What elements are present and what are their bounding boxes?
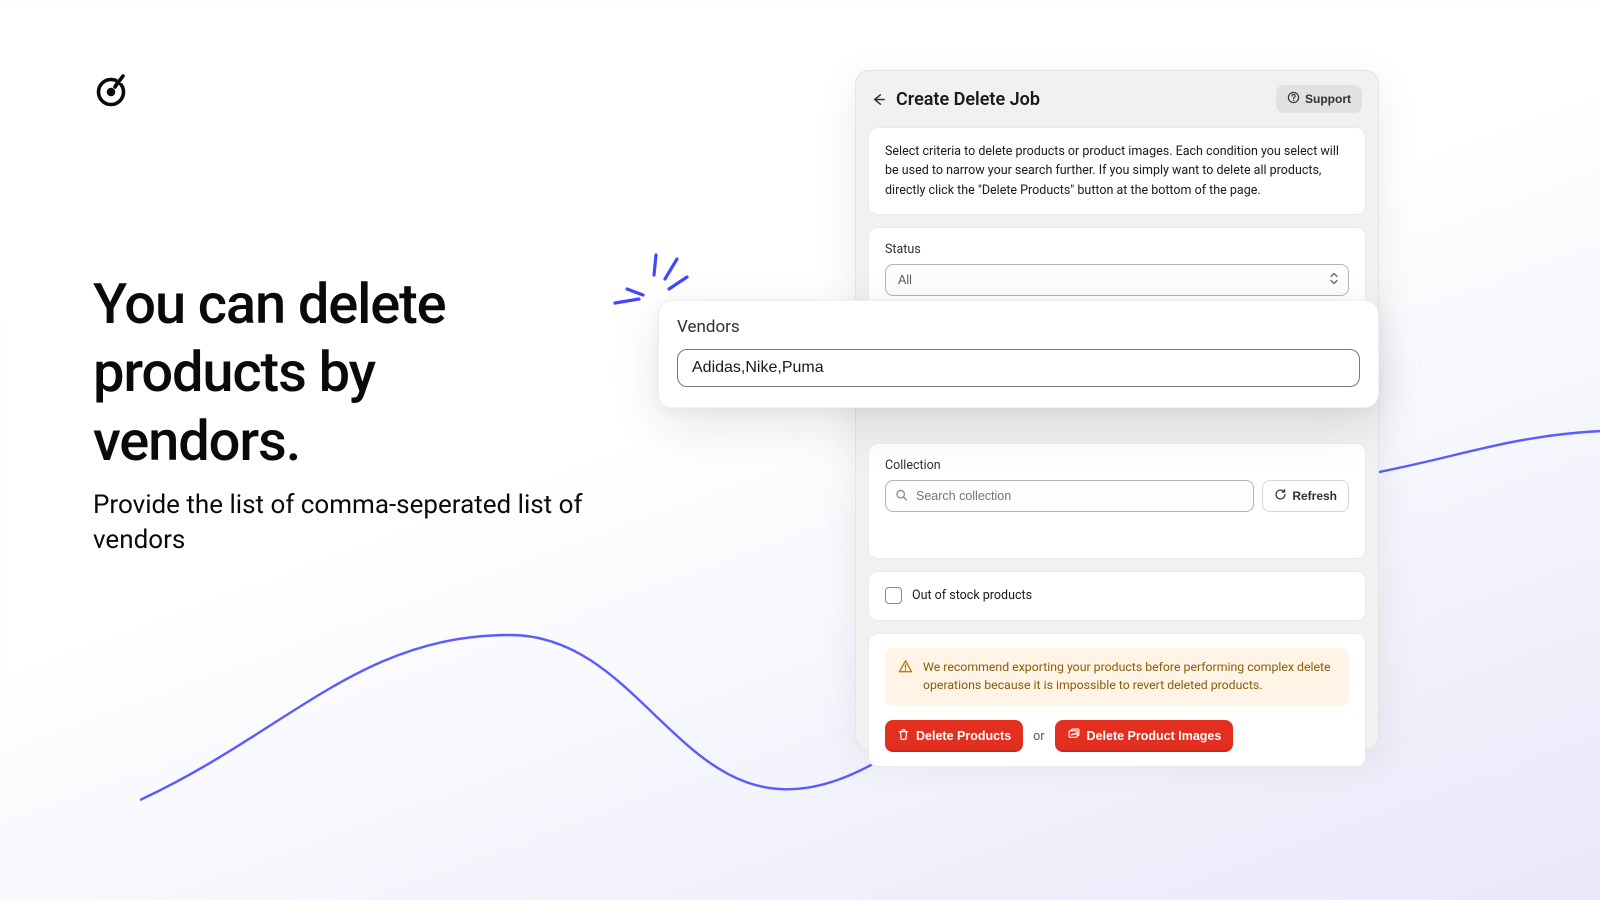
create-delete-job-panel: Create Delete Job Support Select criteri… [855,70,1379,750]
warning-banner: We recommend exporting your products bef… [885,648,1349,707]
vendors-label: Vendors [677,317,1360,337]
hero-title: You can delete products by vendors. [93,270,593,475]
warning-text: We recommend exporting your products bef… [923,659,1336,696]
collection-label: Collection [885,458,1349,473]
status-label: Status [885,242,1349,257]
vendors-input[interactable] [677,349,1360,387]
actions-card: We recommend exporting your products bef… [868,633,1366,768]
panel-header: Create Delete Job Support [856,71,1378,127]
back-arrow-icon[interactable] [870,91,886,107]
collection-card: Collection Refresh [868,443,1366,559]
delete-images-label: Delete Product Images [1087,729,1222,743]
out-of-stock-checkbox-row[interactable]: Out of stock products [885,586,1349,605]
warning-icon [898,659,913,678]
refresh-button[interactable]: Refresh [1262,480,1349,512]
help-icon [1287,91,1300,107]
status-card: Status [868,227,1366,311]
panel-title: Create Delete Job [896,89,1040,110]
app-logo [93,74,129,110]
or-text: or [1033,729,1044,744]
delete-products-button[interactable]: Delete Products [885,720,1023,752]
checkbox-icon [885,587,902,604]
search-icon [895,487,908,506]
support-label: Support [1305,92,1351,106]
vendors-highlight-card: Vendors [658,300,1379,408]
trash-icon [897,728,910,744]
status-select[interactable] [885,264,1349,296]
info-text: Select criteria to delete products or pr… [885,142,1349,200]
info-card: Select criteria to delete products or pr… [868,127,1366,215]
support-button[interactable]: Support [1276,85,1362,113]
images-icon [1067,728,1081,744]
delete-product-images-button[interactable]: Delete Product Images [1055,720,1234,752]
out-of-stock-card: Out of stock products [868,571,1366,620]
refresh-icon [1274,488,1287,504]
delete-products-label: Delete Products [916,729,1011,743]
out-of-stock-label: Out of stock products [912,586,1032,605]
collection-search-input[interactable] [885,480,1254,512]
hero-subtitle: Provide the list of comma-seperated list… [93,488,603,558]
chevron-updown-icon [1329,271,1339,290]
refresh-label: Refresh [1292,489,1337,503]
